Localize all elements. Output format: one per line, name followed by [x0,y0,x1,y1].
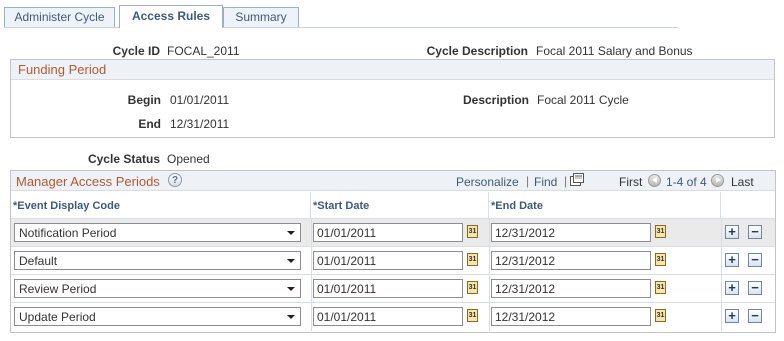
column-header-start-date: *Start Date [311,192,489,219]
cell-divider [489,275,490,302]
cycle-description-value: Focal 2011 Salary and Bonus [536,44,693,58]
first-label: First [619,175,643,189]
calendar-icon[interactable]: 31 [655,225,666,238]
funding-period-header: Funding Period [11,60,774,80]
calendar-icon[interactable]: 31 [467,309,478,322]
event-display-code-value: Default [19,254,58,268]
cycle-id-value: FOCAL_2011 [167,44,240,58]
tab-summary[interactable]: Summary [223,7,299,27]
cycle-status-value: Opened [167,152,210,166]
tab-underline [4,27,678,28]
cell-divider [721,219,722,246]
begin-label: Begin [127,93,161,107]
add-row-button[interactable]: + [725,225,739,239]
next-page-icon[interactable] [711,174,724,187]
last-label: Last [731,175,754,189]
funding-description-label: Description [462,93,529,107]
calendar-icon[interactable]: 31 [655,281,666,294]
cell-divider [311,303,312,331]
chevron-down-icon [287,315,295,319]
download-icon[interactable] [570,173,585,186]
cycle-description-label: Cycle Description [426,44,528,58]
end-label: End [138,117,161,131]
grid-title: Manager Access Periods [16,174,160,189]
grid-header-bar: Manager Access Periods ? Personalize | F… [11,171,775,191]
event-display-code-value: Notification Period [19,226,117,240]
table-row: Notification Period 01/01/2011 31 12/31/… [11,219,775,247]
event-display-code-value: Review Period [19,282,97,296]
cell-divider [311,219,312,246]
table-row: Review Period 01/01/2011 31 12/31/2012 3… [11,275,775,303]
cell-divider [721,247,722,274]
delete-row-button[interactable]: − [748,225,762,239]
column-header-end-date: *End Date [489,192,721,219]
table-row: Update Period 01/01/2011 31 12/31/2012 3… [11,303,775,331]
manager-access-periods-grid: Manager Access Periods ? Personalize | F… [10,170,776,333]
end-date-input[interactable]: 12/31/2012 [491,251,651,270]
event-display-code-select[interactable]: Review Period [14,279,301,298]
funding-period-title: Funding Period [18,62,107,77]
add-row-button[interactable]: + [725,309,739,323]
chevron-down-icon [287,231,295,235]
start-date-input[interactable]: 01/01/2011 [313,251,463,270]
funding-period-group: Funding Period Begin 01/01/2011 End 12/3… [10,59,775,138]
cell-divider [489,303,490,331]
personalize-link[interactable]: Personalize [456,175,519,189]
cell-divider [489,219,490,246]
event-display-code-select[interactable]: Update Period [14,307,301,326]
add-row-button[interactable]: + [725,281,739,295]
funding-description-value: Focal 2011 Cycle [537,93,629,107]
cell-divider [721,303,722,331]
start-date-input[interactable]: 01/01/2011 [313,279,463,298]
table-row: Default 01/01/2011 31 12/31/2012 31 + − [11,247,775,275]
calendar-icon[interactable]: 31 [655,309,666,322]
cycle-status-label: Cycle Status [87,152,160,166]
chevron-down-icon [287,259,295,263]
calendar-icon[interactable]: 31 [655,253,666,266]
end-date-input[interactable]: 12/31/2012 [491,279,651,298]
event-display-code-select[interactable]: Notification Period [14,223,301,242]
tab-administer-cycle[interactable]: Administer Cycle [4,7,115,27]
cycle-id-label: Cycle ID [112,44,160,58]
end-value: 12/31/2011 [170,117,230,131]
event-display-code-select[interactable]: Default [14,251,301,270]
add-row-button[interactable]: + [725,253,739,267]
help-icon[interactable]: ? [168,173,182,187]
chevron-down-icon [287,287,295,291]
begin-value: 01/01/2011 [170,93,230,107]
end-date-input[interactable]: 12/31/2012 [491,223,651,242]
calendar-icon[interactable]: 31 [467,281,478,294]
start-date-input[interactable]: 01/01/2011 [313,307,463,326]
start-date-input[interactable]: 01/01/2011 [313,223,463,242]
previous-page-icon[interactable] [648,174,661,187]
delete-row-button[interactable]: − [748,281,762,295]
separator: | [564,174,568,188]
cell-divider [721,275,722,302]
tab-access-rules[interactable]: Access Rules [119,5,223,28]
event-display-code-value: Update Period [19,310,96,324]
row-range: 1-4 of 4 [666,175,707,189]
calendar-icon[interactable]: 31 [467,225,478,238]
calendar-icon[interactable]: 31 [467,253,478,266]
separator: | [526,174,530,188]
find-link[interactable]: Find [534,175,557,189]
delete-row-button[interactable]: − [748,253,762,267]
delete-row-button[interactable]: − [748,309,762,323]
cell-divider [311,247,312,274]
end-date-input[interactable]: 12/31/2012 [491,307,651,326]
column-header-event: *Event Display Code [11,192,311,219]
cell-divider [489,247,490,274]
cell-divider [311,275,312,302]
column-header-actions [721,192,775,219]
